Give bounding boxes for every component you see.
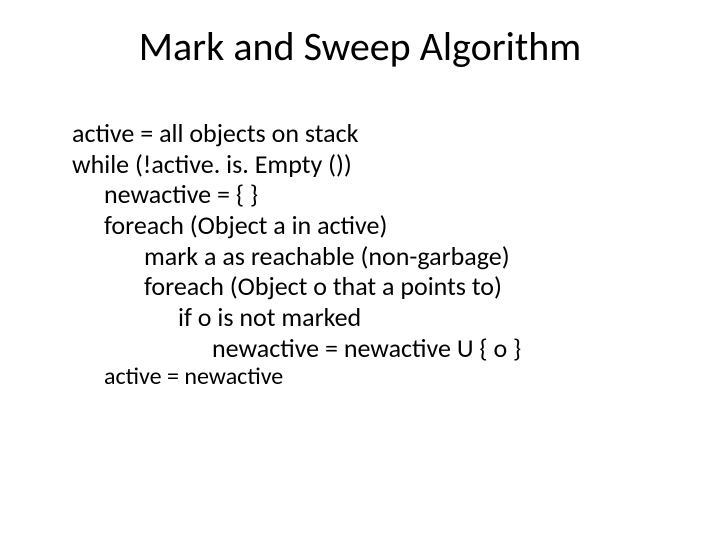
code-line: while (!active. is. Empty ()) [72,149,670,180]
code-line: active = all objects on stack [72,118,670,149]
slide-title: Mark and Sweep Algorithm [0,22,720,71]
slide-body: active = all objects on stack while (!ac… [72,118,670,392]
code-line: newactive = newactive U { o } [72,333,670,364]
code-line: active = newactive [72,363,670,391]
slide: Mark and Sweep Algorithm active = all ob… [0,0,720,540]
code-line: mark a as reachable (non-garbage) [72,241,670,272]
code-line: if o is not marked [72,302,670,333]
code-line: foreach (Object o that a points to) [72,271,670,302]
code-line: foreach (Object a in active) [72,210,670,241]
code-line: newactive = { } [72,179,670,210]
